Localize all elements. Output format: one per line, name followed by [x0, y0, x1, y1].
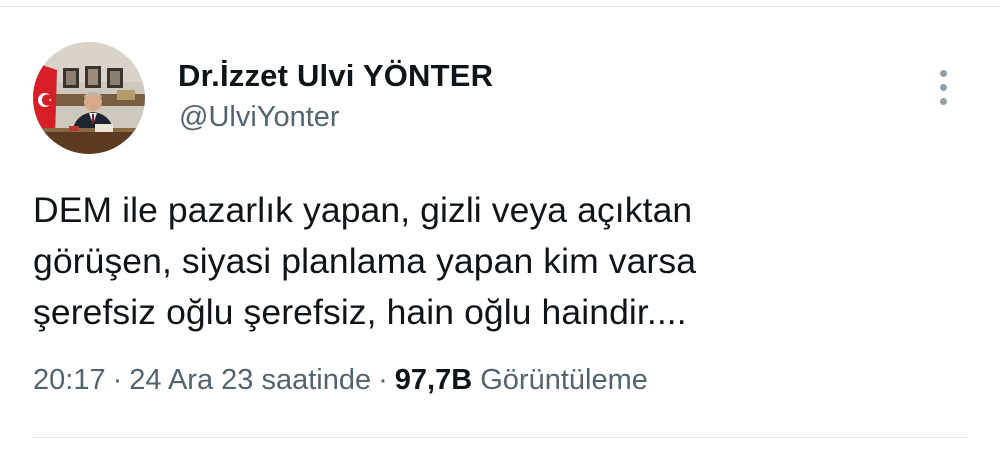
tweet-text: DEM ile pazarlık yapan, gizli veya açıkt…: [33, 185, 963, 338]
tweet-text-line: görüşen, siyasi planlama yapan kim varsa: [33, 241, 697, 281]
tweet-text-line: DEM ile pazarlık yapan, gizli veya açıkt…: [33, 190, 693, 230]
tweet-timestamp[interactable]: 20:17 · 24 Ara 23 saatinde: [33, 364, 371, 396]
meta-separator: ·: [378, 364, 388, 396]
tweet-meta: 20:17 · 24 Ara 23 saatinde · 97,7B Görüntüle…: [33, 364, 648, 397]
bottom-divider: [33, 437, 967, 438]
tweet-time: 20:17: [33, 364, 106, 396]
tweet-text-line: şerefsiz oğlu şerefsiz, hain oğlu haindi…: [33, 292, 687, 332]
avatar[interactable]: [33, 42, 145, 154]
views-count: 97,7B: [394, 364, 473, 396]
author-display-name[interactable]: Dr.İzzet Ulvi YÖNTER: [178, 58, 493, 94]
views-label: Görüntüleme: [480, 364, 648, 396]
more-vertical-icon[interactable]: [928, 66, 960, 110]
tweet-date: 24 Ara 23 saatinde: [129, 364, 372, 396]
author-handle[interactable]: @UlviYonter: [179, 101, 340, 134]
dot: [940, 70, 947, 77]
dot: [940, 84, 947, 91]
tweet-card: Dr.İzzet Ulvi YÖNTER @UlviYonter DEM ile…: [0, 0, 1000, 473]
dot: [940, 98, 947, 105]
top-divider: [0, 6, 1000, 7]
meta-separator: ·: [112, 364, 123, 396]
